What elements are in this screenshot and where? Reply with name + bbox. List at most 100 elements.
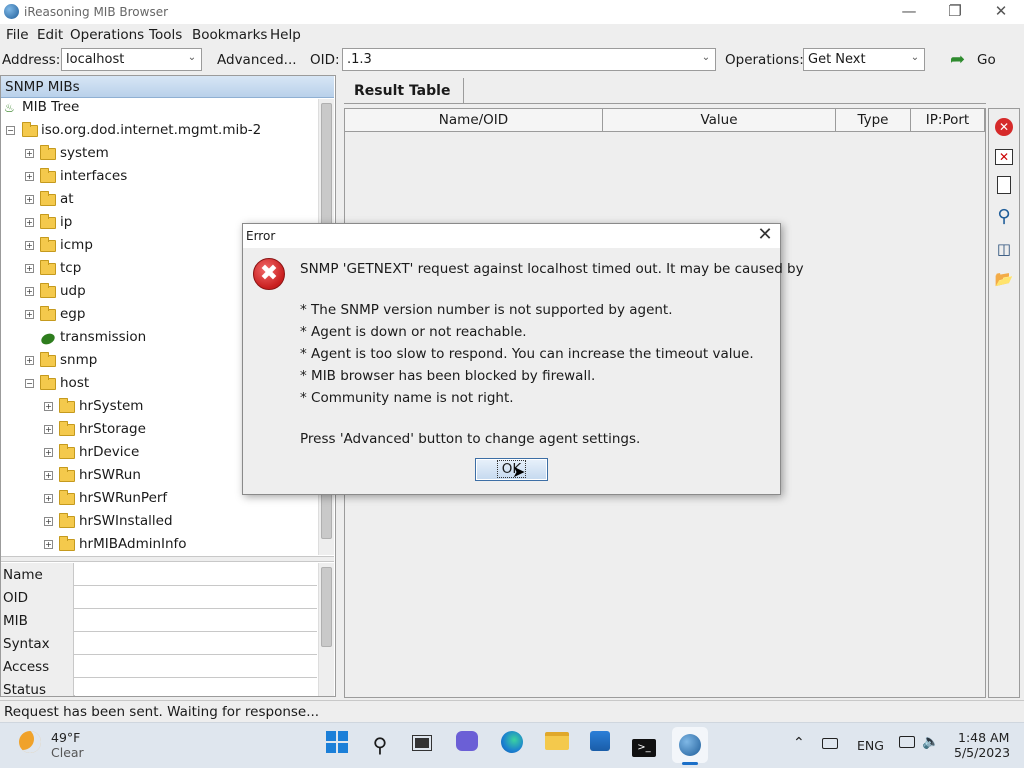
tree-node-host[interactable]: − host	[25, 375, 275, 397]
tree-node-system[interactable]: + system	[25, 145, 275, 167]
property-row: OID	[1, 586, 317, 609]
tree-node-interfaces[interactable]: + interfaces	[25, 168, 275, 190]
active-app-indicator	[682, 762, 698, 765]
tree-node-transmission[interactable]: transmission	[25, 329, 275, 351]
display-icon[interactable]	[899, 736, 915, 751]
oid-combo[interactable]: .1.3 ⌄	[342, 48, 716, 71]
weather-moon-icon[interactable]	[19, 731, 41, 753]
tree-node-tcp[interactable]: + tcp	[25, 260, 275, 282]
document-icon[interactable]	[993, 176, 1015, 198]
folder-icon	[59, 490, 75, 505]
menu-bookmarks[interactable]: Bookmarks	[192, 27, 267, 43]
tree-node-ip[interactable]: + ip	[25, 214, 275, 236]
search-icon[interactable]: ⚲	[366, 731, 394, 759]
mib-browser-taskbar-icon[interactable]	[672, 727, 708, 763]
tab-underline	[344, 103, 986, 104]
tree-label: hrSystem	[79, 398, 144, 414]
go-button[interactable]: ➦ Go	[950, 49, 1000, 71]
expand-icon[interactable]: +	[44, 494, 53, 503]
weather-desc[interactable]: Clear	[51, 745, 84, 760]
column-header-name-oid[interactable]: Name/OID	[345, 109, 603, 132]
expand-icon[interactable]: +	[25, 241, 34, 250]
file-explorer-icon[interactable]	[543, 731, 571, 759]
clock-date[interactable]: 5/5/2023	[954, 745, 1010, 760]
network-icon[interactable]	[822, 737, 838, 752]
tab-result-table[interactable]: Result Table	[344, 78, 464, 104]
store-icon[interactable]	[586, 731, 614, 759]
folder-icon	[59, 398, 75, 413]
tree-node-udp[interactable]: + udp	[25, 283, 275, 305]
address-value: localhost	[66, 52, 125, 67]
maximize-button[interactable]: ❐	[932, 0, 978, 24]
expand-icon[interactable]: +	[44, 425, 53, 434]
windows-start-icon[interactable]	[323, 731, 351, 759]
property-value[interactable]	[75, 586, 317, 608]
stop-icon[interactable]: ✕	[993, 116, 1015, 138]
collapse-icon[interactable]: −	[6, 126, 15, 135]
property-value[interactable]	[75, 655, 317, 677]
search-icon[interactable]: ⚲	[993, 206, 1015, 228]
expand-icon[interactable]: +	[44, 448, 53, 457]
operations-combo[interactable]: Get Next ⌄	[803, 48, 925, 71]
column-header-value[interactable]: Value	[603, 109, 836, 132]
clock-time[interactable]: 1:48 AM	[958, 730, 1009, 745]
panel-splitter[interactable]	[1, 556, 334, 562]
language-indicator[interactable]: ENG	[857, 738, 884, 753]
minimize-button[interactable]: —	[886, 0, 932, 24]
tree-label: egp	[60, 306, 86, 322]
tree-node-mib2[interactable]: − iso.org.dod.internet.mgmt.mib-2	[6, 122, 306, 144]
menu-file[interactable]: File	[6, 27, 29, 43]
expand-icon[interactable]: +	[25, 264, 34, 273]
folder-icon	[59, 467, 75, 482]
property-value[interactable]	[75, 678, 317, 696]
status-bar: Request has been sent. Waiting for respo…	[0, 700, 1024, 722]
expand-icon[interactable]: +	[44, 402, 53, 411]
expand-icon[interactable]: +	[25, 356, 34, 365]
expand-icon[interactable]: +	[25, 218, 34, 227]
properties-scroll-thumb[interactable]	[321, 567, 332, 647]
tree-node-hrmibadmininfo[interactable]: + hrMIBAdminInfo	[44, 536, 294, 558]
expand-icon[interactable]: +	[25, 310, 34, 319]
column-header-ip-port[interactable]: IP:Port	[911, 109, 985, 132]
address-combo[interactable]: localhost ⌄	[61, 48, 202, 71]
collapse-icon[interactable]: −	[25, 379, 34, 388]
dialog-close-icon[interactable]: ✕	[752, 224, 778, 246]
expand-icon[interactable]: +	[44, 471, 53, 480]
chevron-down-icon: ⌄	[910, 52, 920, 63]
expand-icon[interactable]: +	[44, 540, 53, 549]
tree-node-egp[interactable]: + egp	[25, 306, 275, 328]
tree-node-at[interactable]: + at	[25, 191, 275, 213]
expand-icon[interactable]: +	[25, 149, 34, 158]
advanced-button[interactable]: Advanced...	[217, 52, 297, 68]
chevron-up-icon[interactable]: ⌃	[793, 735, 805, 751]
close-window-button[interactable]: ✕	[978, 0, 1024, 24]
weather-temp[interactable]: 49°F	[51, 730, 80, 745]
property-value[interactable]	[75, 563, 317, 585]
edge-browser-icon[interactable]	[498, 731, 526, 759]
speaker-icon[interactable]: 🔈	[922, 734, 939, 750]
menu-edit[interactable]: Edit	[37, 27, 63, 43]
expand-icon[interactable]: +	[25, 172, 34, 181]
property-value[interactable]	[75, 609, 317, 631]
properties-scrollbar[interactable]	[318, 563, 334, 696]
menu-tools[interactable]: Tools	[149, 27, 182, 43]
open-folder-icon[interactable]: 📂	[993, 268, 1015, 290]
expand-icon[interactable]: +	[44, 517, 53, 526]
task-view-icon[interactable]	[408, 731, 436, 759]
property-value[interactable]	[75, 632, 317, 654]
expand-icon[interactable]: +	[25, 195, 34, 204]
terminal-icon[interactable]: >_	[630, 731, 658, 759]
column-header-type[interactable]: Type	[836, 109, 911, 132]
clear-table-icon[interactable]: ✕	[993, 146, 1015, 168]
chat-icon[interactable]	[453, 731, 481, 759]
tree-label: interfaces	[60, 168, 128, 184]
expand-icon[interactable]: +	[25, 287, 34, 296]
save-icon[interactable]: ◫	[993, 238, 1015, 260]
tree-node-icmp[interactable]: + icmp	[25, 237, 275, 259]
menu-help[interactable]: Help	[270, 27, 301, 43]
menu-operations[interactable]: Operations	[70, 27, 144, 43]
tree-node-snmp[interactable]: + snmp	[25, 352, 275, 374]
dialog-bullet: * MIB browser has been blocked by firewa…	[300, 368, 596, 384]
tree-label: ip	[60, 214, 73, 230]
tree-node-hrswinstalled[interactable]: + hrSWInstalled	[44, 513, 294, 535]
